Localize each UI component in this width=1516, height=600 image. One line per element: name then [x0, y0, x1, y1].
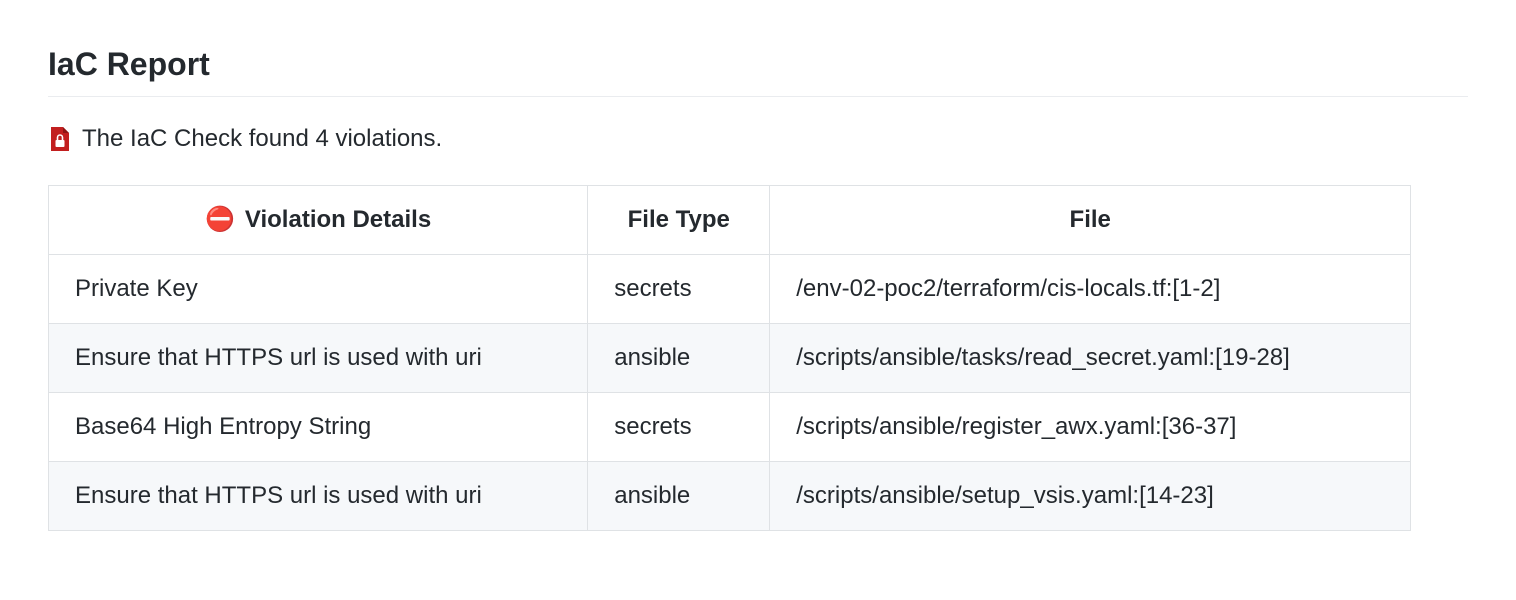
table-row: Ensure that HTTPS url is used with uri a… [49, 324, 1411, 393]
cell-file: /env-02-poc2/terraform/cis-locals.tf:[1-… [770, 255, 1411, 324]
violations-table: ⛔ Violation Details File Type File Priva… [48, 185, 1411, 531]
cell-filetype: secrets [588, 393, 770, 462]
table-row: Base64 High Entropy String secrets /scri… [49, 393, 1411, 462]
col-header-details-label: Violation Details [245, 202, 431, 238]
lock-file-icon [48, 126, 70, 152]
table-row: Ensure that HTTPS url is used with uri a… [49, 462, 1411, 531]
table-row: Private Key secrets /env-02-poc2/terrafo… [49, 255, 1411, 324]
summary-text: The IaC Check found 4 violations. [82, 121, 442, 157]
cell-file: /scripts/ansible/tasks/read_secret.yaml:… [770, 324, 1411, 393]
cell-filetype: secrets [588, 255, 770, 324]
cell-filetype: ansible [588, 462, 770, 531]
col-header-filetype: File Type [588, 186, 770, 255]
page-title: IaC Report [48, 40, 1468, 88]
col-header-details: ⛔ Violation Details [49, 186, 588, 255]
summary-line: The IaC Check found 4 violations. [48, 121, 1468, 157]
cell-filetype: ansible [588, 324, 770, 393]
cell-details: Ensure that HTTPS url is used with uri [49, 462, 588, 531]
cell-details: Ensure that HTTPS url is used with uri [49, 324, 588, 393]
col-header-file: File [770, 186, 1411, 255]
cell-file: /scripts/ansible/setup_vsis.yaml:[14-23] [770, 462, 1411, 531]
cell-details: Private Key [49, 255, 588, 324]
cell-details: Base64 High Entropy String [49, 393, 588, 462]
cell-file: /scripts/ansible/register_awx.yaml:[36-3… [770, 393, 1411, 462]
table-header-row: ⛔ Violation Details File Type File [49, 186, 1411, 255]
no-entry-icon: ⛔ [205, 208, 235, 232]
